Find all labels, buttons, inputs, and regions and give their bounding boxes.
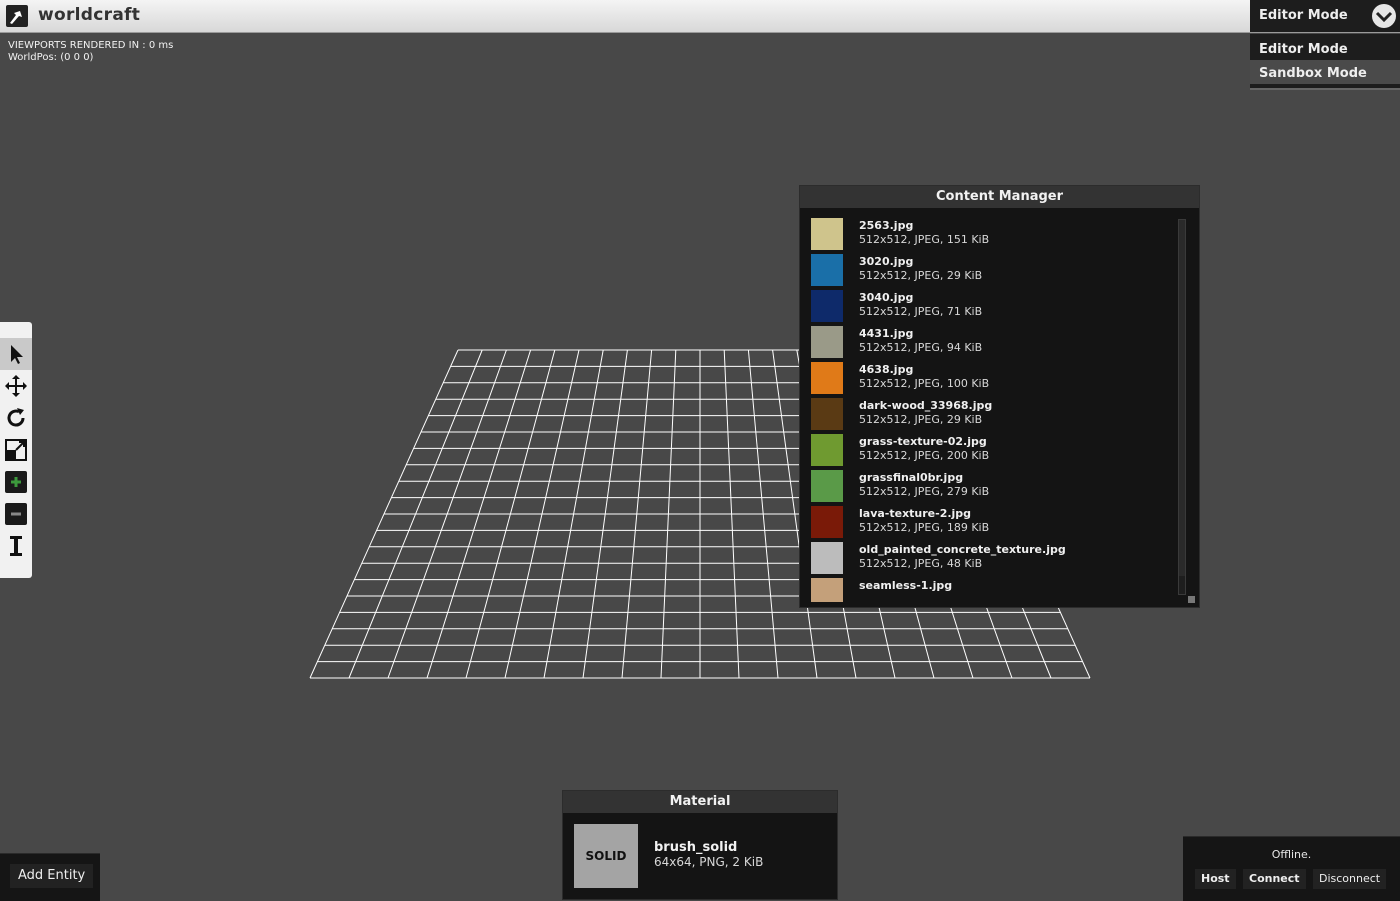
material-title: Material — [563, 791, 837, 813]
mode-selected-value: Editor Mode — [1259, 8, 1348, 23]
host-button[interactable]: Host — [1195, 869, 1236, 889]
content-item-meta: 512x512, JPEG, 94 KiB — [859, 341, 983, 354]
tool-palette — [0, 322, 32, 578]
top-bar: worldcraft — [0, 0, 1400, 33]
material-swatch[interactable]: SOLID — [574, 824, 638, 888]
network-status: Offline. — [1271, 848, 1312, 861]
viewport-timing: VIEWPORTS RENDERED IN : 0 ms — [8, 40, 174, 51]
move-arrows-icon — [5, 375, 27, 397]
scale-icon — [5, 439, 27, 461]
content-item-name: 2563.jpg — [859, 219, 914, 232]
material-name: brush_solid — [654, 840, 738, 855]
texture-thumbnail — [811, 434, 843, 466]
rotate-tool-button[interactable] — [0, 402, 32, 434]
text-tool-button[interactable] — [0, 530, 32, 562]
content-scroll-thumb[interactable] — [1179, 220, 1185, 576]
content-item-name: dark-wood_33968.jpg — [859, 399, 993, 412]
mode-dropdown[interactable]: Editor Mode — [1250, 0, 1400, 32]
material-panel: Material SOLID brush_solid 64x64, PNG, 2… — [562, 790, 838, 900]
texture-thumbnail — [811, 218, 843, 250]
subtract-brush-tool-button[interactable] — [0, 498, 32, 530]
content-item-meta: 512x512, JPEG, 189 KiB — [859, 521, 990, 534]
content-item[interactable]: dark-wood_33968.jpg 512x512, JPEG, 29 KiB — [800, 396, 1178, 432]
content-item-meta: 512x512, JPEG, 200 KiB — [859, 449, 990, 462]
connect-button[interactable]: Connect — [1243, 869, 1306, 889]
debug-info: VIEWPORTS RENDERED IN : 0 ms WorldPos: (… — [8, 40, 173, 64]
content-item[interactable]: old_painted_concrete_texture.jpg 512x512,… — [800, 540, 1178, 576]
scale-tool-button[interactable] — [0, 434, 32, 466]
world-position: WorldPos: (0 0 0) — [8, 52, 94, 63]
content-item-name: grassfinal0br.jpg — [859, 471, 964, 484]
texture-thumbnail — [811, 578, 843, 602]
content-item[interactable]: lava-texture-2.jpg 512x512, JPEG, 189 KiB — [800, 504, 1178, 540]
content-item-meta: 512x512, JPEG, 71 KiB — [859, 305, 983, 318]
texture-thumbnail — [811, 290, 843, 322]
content-item-name: 4638.jpg — [859, 363, 914, 376]
content-item-name: old_painted_concrete_texture.jpg — [859, 543, 1066, 556]
entity-panel: Add Entity — [0, 853, 100, 901]
content-item-name: 4431.jpg — [859, 327, 914, 340]
content-item[interactable]: 3020.jpg 512x512, JPEG, 29 KiB — [800, 252, 1178, 288]
add-brush-icon — [5, 471, 27, 493]
texture-thumbnail — [811, 398, 843, 430]
content-scrollbar[interactable] — [1178, 219, 1186, 595]
text-cursor-icon — [10, 536, 22, 556]
content-item[interactable]: 2563.jpg 512x512, JPEG, 151 KiB — [800, 216, 1178, 252]
content-item-meta: 512x512, JPEG, 48 KiB — [859, 557, 983, 570]
content-item-name: 3040.jpg — [859, 291, 914, 304]
content-item-meta: 512x512, JPEG, 151 KiB — [859, 233, 990, 246]
content-item[interactable]: 4431.jpg 512x512, JPEG, 94 KiB — [800, 324, 1178, 360]
add-entity-button[interactable]: Add Entity — [10, 864, 94, 888]
content-item[interactable]: grassfinal0br.jpg 512x512, JPEG, 279 KiB — [800, 468, 1178, 504]
content-item-meta: 512x512, JPEG, 29 KiB — [859, 269, 983, 282]
content-item[interactable]: 4638.jpg 512x512, JPEG, 100 KiB — [800, 360, 1178, 396]
select-arrow-icon — [11, 345, 23, 364]
mode-menu: Editor Mode Sandbox Mode — [1250, 34, 1400, 90]
texture-thumbnail — [811, 254, 843, 286]
resize-handle[interactable] — [1188, 596, 1195, 603]
app-logo-icon — [6, 5, 28, 27]
content-item-name: lava-texture-2.jpg — [859, 507, 972, 520]
move-tool-button[interactable] — [0, 370, 32, 402]
select-tool-button[interactable] — [0, 338, 32, 370]
content-item-meta: 512x512, JPEG, 29 KiB — [859, 413, 983, 426]
rotate-icon — [7, 408, 25, 427]
content-item-meta: 512x512, JPEG, 100 KiB — [859, 377, 990, 390]
content-manager-title: Content Manager — [800, 186, 1199, 208]
content-item[interactable]: 3040.jpg 512x512, JPEG, 71 KiB — [800, 288, 1178, 324]
subtract-brush-icon — [5, 503, 27, 525]
content-item-name: 3020.jpg — [859, 255, 914, 268]
mode-option-sandbox[interactable]: Sandbox Mode — [1250, 60, 1400, 84]
content-manager-panel: Content Manager 2563.jpg 512x512, JPEG, 1… — [799, 185, 1200, 608]
content-item-meta: 512x512, JPEG, 279 KiB — [859, 485, 990, 498]
material-meta: 64x64, PNG, 2 KiB — [654, 855, 764, 869]
texture-thumbnail — [811, 470, 843, 502]
texture-thumbnail — [811, 542, 843, 574]
content-item[interactable]: grass-texture-02.jpg 512x512, JPEG, 200 K… — [800, 432, 1178, 468]
app-title: worldcraft — [38, 5, 141, 25]
disconnect-button[interactable]: Disconnect — [1313, 869, 1387, 889]
content-item-name: seamless-1.jpg — [859, 579, 953, 592]
content-item-name: grass-texture-02.jpg — [859, 435, 987, 448]
mode-option-editor[interactable]: Editor Mode — [1250, 36, 1400, 60]
network-panel: Offline. Host Connect Disconnect — [1183, 836, 1400, 901]
content-item[interactable]: seamless-1.jpg — [800, 576, 1178, 602]
texture-thumbnail — [811, 326, 843, 358]
texture-thumbnail — [811, 506, 843, 538]
chevron-down-icon[interactable] — [1372, 4, 1396, 28]
add-brush-tool-button[interactable] — [0, 466, 32, 498]
texture-thumbnail — [811, 362, 843, 394]
content-list[interactable]: 2563.jpg 512x512, JPEG, 151 KiB 3020.jpg 51… — [800, 216, 1178, 602]
